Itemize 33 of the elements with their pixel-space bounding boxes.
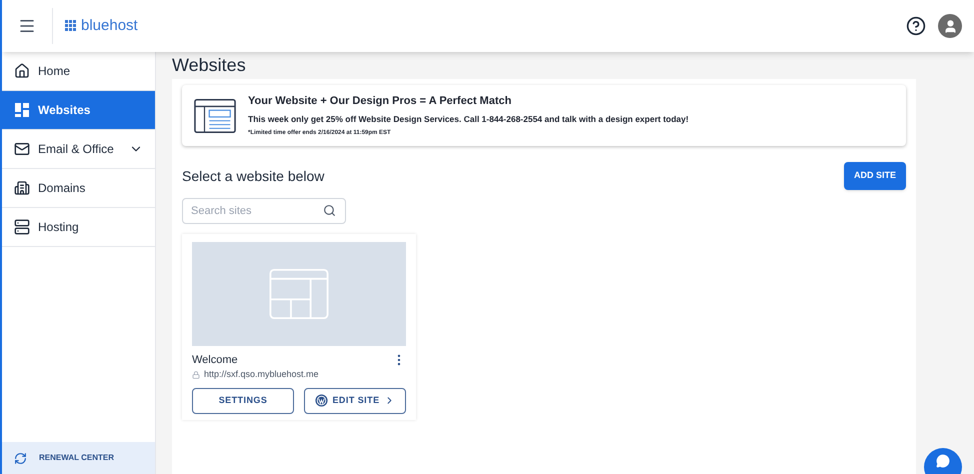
site-url: http://sxf.qso.mybluehost.me	[204, 368, 319, 382]
sidebar-item[interactable]: Email & Office	[2, 130, 155, 169]
promo-text: This week only get 25% off Website Design Services. Call 1-844-268-2554 and talk with a design expert today!	[248, 112, 689, 126]
logo-grid-icon	[65, 20, 77, 32]
website-design-icon	[194, 98, 236, 134]
add-site-button[interactable]: ADD SITE	[844, 162, 906, 190]
building-icon	[14, 180, 30, 196]
page-title: Websites	[172, 54, 247, 76]
promo-title: Your Website + Our Design Pros = A Perfect Match	[248, 94, 512, 109]
mail-icon	[14, 141, 30, 157]
bluehost-logo[interactable]: bluehost	[65, 14, 138, 38]
lock-icon	[192, 371, 200, 379]
edit-site-button[interactable]: EDIT SITE	[304, 388, 406, 414]
renewal-center-link[interactable]: RENEWAL CENTER	[2, 442, 155, 474]
help-button[interactable]	[906, 16, 926, 36]
server-icon	[14, 219, 30, 235]
settings-button[interactable]: SETTINGS	[192, 388, 294, 414]
menu-icon	[18, 17, 36, 35]
grid-icon	[14, 102, 30, 118]
sidebar-item[interactable]: Hosting	[2, 208, 155, 247]
layout-icon	[269, 268, 329, 319]
search-icon	[323, 204, 336, 217]
home-icon	[14, 63, 30, 79]
user-avatar[interactable]	[938, 14, 962, 38]
section-title: Select a website below	[182, 166, 324, 186]
site-name: Welcome	[192, 352, 238, 368]
logo-text: bluehost	[81, 16, 138, 36]
sidebar-item[interactable]: Domains	[2, 169, 155, 208]
chat-bubble-icon	[936, 454, 950, 468]
search-field[interactable]: Search sites	[182, 198, 346, 224]
sidebar-item[interactable]: Websites	[2, 91, 155, 130]
refresh-icon	[14, 452, 27, 464]
wordpress-logo-icon	[315, 394, 328, 408]
